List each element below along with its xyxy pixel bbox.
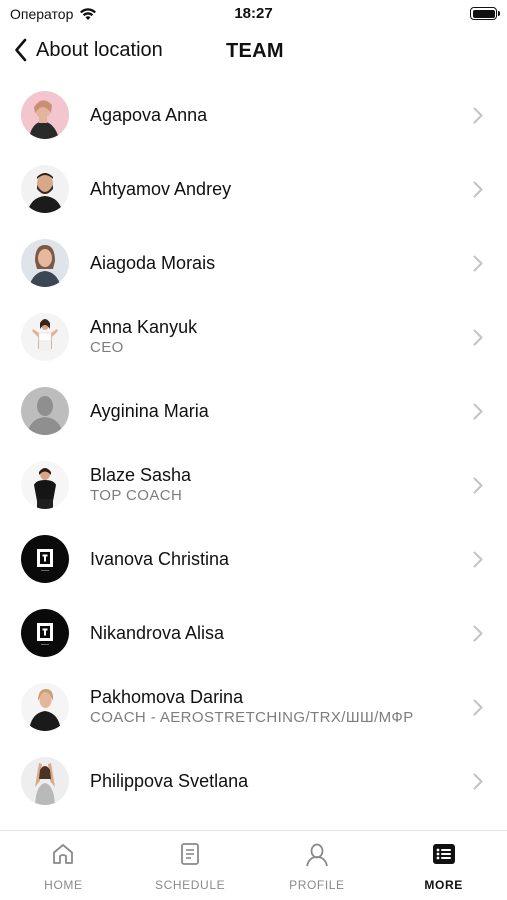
member-name: Blaze Sasha <box>90 465 192 485</box>
avatar <box>21 461 69 509</box>
chevron-left-icon <box>15 38 27 62</box>
member-name: Ayginina Maria <box>90 401 209 421</box>
chevron-right-icon <box>473 477 483 494</box>
chevron-right-icon <box>473 181 483 198</box>
avatar <box>21 683 69 731</box>
member-text: Agapova Anna <box>90 78 207 152</box>
team-member-row[interactable]: Anna Kanyuk CEO <box>0 300 507 374</box>
page-title: TEAM <box>226 40 284 62</box>
tab-more[interactable]: MORE <box>380 831 507 900</box>
team-list[interactable]: Agapova Anna Ahtyamov Andrey Aiagoda Morai… <box>0 78 507 830</box>
member-name: Anna Kanyuk <box>90 317 198 337</box>
member-name: Ahtyamov Andrey <box>90 179 232 199</box>
avatar <box>21 313 69 361</box>
member-role: CEO <box>90 339 124 356</box>
avatar <box>21 91 69 139</box>
avatar <box>21 387 69 435</box>
team-member-row[interactable]: Ivanova Christina <box>0 522 507 596</box>
chevron-right-icon <box>473 107 483 124</box>
tab-profile[interactable]: PROFILE <box>254 831 381 900</box>
chevron-right-icon <box>473 773 483 790</box>
tab-home[interactable]: HOME <box>0 831 127 900</box>
chevron-right-icon <box>473 403 483 420</box>
tab-label: MORE <box>424 878 463 892</box>
team-member-row[interactable]: Aiagoda Morais <box>0 226 507 300</box>
member-role: TOP COACH <box>90 487 183 504</box>
team-member-row[interactable]: Pakhomova Darina COACH - AEROSTRETCHING/T… <box>0 670 507 744</box>
chevron-right-icon <box>473 625 483 642</box>
tab-schedule[interactable]: SCHEDULE <box>127 831 254 900</box>
battery-icon <box>470 7 500 20</box>
member-name: Agapova Anna <box>90 105 208 125</box>
avatar <box>21 165 69 213</box>
tab-label: HOME <box>44 878 83 892</box>
home-icon <box>50 841 76 872</box>
team-member-row[interactable]: Agapova Anna <box>0 78 507 152</box>
document-icon <box>177 841 203 872</box>
member-name: Philippova Svetlana <box>90 771 249 791</box>
avatar <box>21 757 69 805</box>
chevron-right-icon <box>473 255 483 272</box>
member-text: Ivanova Christina <box>90 522 229 596</box>
member-name: Nikandrova Alisa <box>90 623 225 643</box>
member-text: Philippova Svetlana <box>90 744 248 818</box>
chevron-right-icon <box>473 551 483 568</box>
tab-label: PROFILE <box>289 878 345 892</box>
member-text: Nikandrova Alisa <box>90 596 224 670</box>
member-name: Aiagoda Morais <box>90 253 216 273</box>
member-text: Aiagoda Morais <box>90 226 215 300</box>
member-text: Ayginina Maria <box>90 374 209 448</box>
chevron-right-icon <box>473 329 483 346</box>
back-button-label: About location <box>36 38 163 61</box>
team-member-row[interactable]: Blaze Sasha TOP COACH <box>0 448 507 522</box>
status-time: 18:27 <box>234 5 273 22</box>
team-member-row[interactable]: Ayginina Maria <box>0 374 507 448</box>
member-text: Blaze Sasha TOP COACH <box>90 448 191 522</box>
member-name: Pakhomova Darina <box>90 687 244 707</box>
avatar <box>21 239 69 287</box>
tab-bar: HOME SCHEDULE PROFILE MORE <box>0 830 507 900</box>
member-text: Pakhomova Darina COACH - AEROSTRETCHING/T… <box>90 670 414 744</box>
tab-label: SCHEDULE <box>155 878 226 892</box>
list-icon <box>431 841 457 872</box>
member-role: COACH - AEROSTRETCHING/TRX/ШШ/МФР <box>90 709 414 726</box>
team-member-row[interactable]: Nikandrova Alisa <box>0 596 507 670</box>
team-member-row[interactable]: Philippova Svetlana <box>0 744 507 818</box>
status-bar: Оператор 18:27 <box>0 0 507 28</box>
avatar <box>21 609 69 657</box>
team-member-row[interactable]: Ahtyamov Andrey <box>0 152 507 226</box>
navigation-bar: About location TEAM <box>0 30 507 76</box>
person-icon <box>304 841 330 872</box>
member-name: Ivanova Christina <box>90 549 230 569</box>
chevron-right-icon <box>473 699 483 716</box>
avatar <box>21 535 69 583</box>
back-button[interactable]: About location <box>14 38 163 62</box>
member-text: Anna Kanyuk CEO <box>90 300 197 374</box>
member-text: Ahtyamov Andrey <box>90 152 231 226</box>
team-member-row[interactable] <box>0 818 507 830</box>
